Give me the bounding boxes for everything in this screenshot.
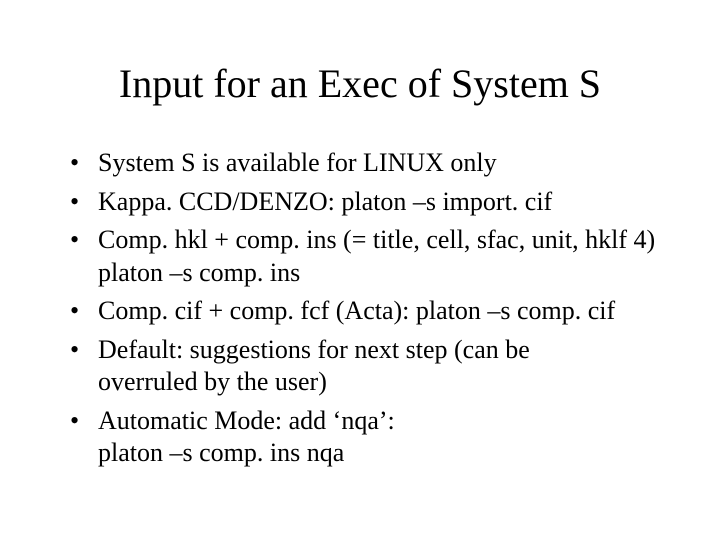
bullet-text-cont: platon –s comp. ins [98, 257, 660, 290]
list-item: Default: suggestions for next step (can … [70, 334, 660, 399]
bullet-text: Comp. cif + comp. fcf (Acta): platon –s … [98, 296, 615, 325]
list-item: Comp. hkl + comp. ins (= title, cell, sf… [70, 224, 660, 289]
bullet-text: Automatic Mode: add ‘nqa’: [98, 406, 395, 435]
bullet-text: Default: suggestions for next step (can … [98, 335, 530, 364]
list-item: Automatic Mode: add ‘nqa’: platon –s com… [70, 405, 660, 470]
bullet-text: Kappa. CCD/DENZO: platon –s import. cif [98, 187, 552, 216]
bullet-text: System S is available for LINUX only [98, 148, 497, 177]
bullet-text-cont: overruled by the user) [98, 366, 660, 399]
list-item: Comp. cif + comp. fcf (Acta): platon –s … [70, 295, 660, 328]
slide: Input for an Exec of System S System S i… [0, 0, 720, 540]
bullet-list: System S is available for LINUX only Kap… [70, 147, 660, 470]
list-item: Kappa. CCD/DENZO: platon –s import. cif [70, 186, 660, 219]
bullet-text: Comp. hkl + comp. ins (= title, cell, sf… [98, 225, 655, 254]
list-item: System S is available for LINUX only [70, 147, 660, 180]
slide-title: Input for an Exec of System S [60, 60, 660, 107]
bullet-text-cont: platon –s comp. ins nqa [98, 437, 660, 470]
